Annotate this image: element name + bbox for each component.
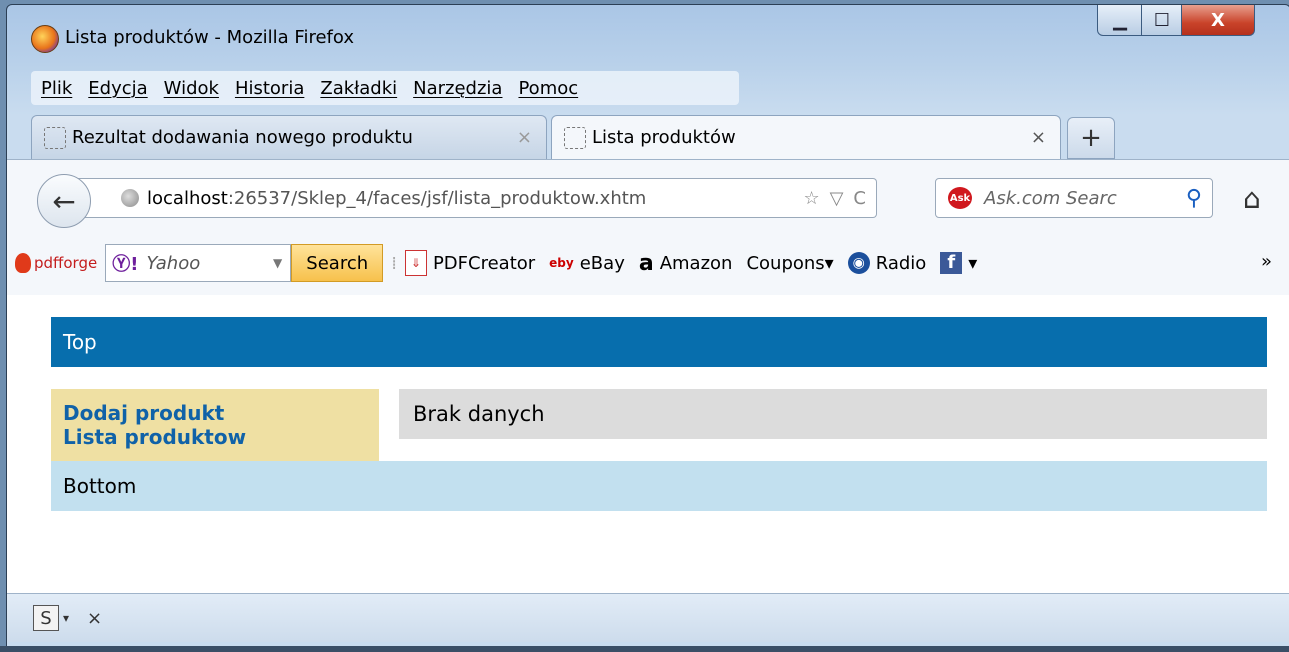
facebook-icon: f	[940, 252, 963, 274]
coupons-link[interactable]: Coupons▾	[746, 253, 833, 274]
page-main-content: Brak danych	[399, 389, 1267, 439]
chevron-down-icon[interactable]: ▾	[63, 611, 69, 625]
amazon-icon: a	[638, 250, 654, 276]
tab-close-icon[interactable]: ×	[517, 127, 532, 148]
page-favicon-icon	[44, 126, 66, 149]
firefox-icon[interactable]	[31, 25, 59, 53]
tab-rezultat[interactable]: Rezultat dodawania nowego produktu ×	[31, 115, 547, 159]
menu-narzedzia[interactable]: Narzędzia	[413, 78, 502, 99]
addon-s-icon[interactable]: S	[33, 605, 59, 631]
menu-widok[interactable]: Widok	[164, 78, 219, 99]
minimize-button[interactable]: ▁	[1097, 5, 1143, 36]
tab-label: Rezultat dodawania nowego produktu	[72, 127, 413, 148]
ebay-icon: eby	[549, 256, 574, 270]
pdf-icon: ⇓	[404, 250, 427, 276]
new-tab-button[interactable]: +	[1067, 117, 1115, 159]
radio-icon: ◉	[847, 252, 870, 274]
tab-label: Lista produktów	[592, 127, 736, 148]
globe-icon[interactable]	[121, 189, 139, 207]
bookmarks-toolbar: pdfforge Ⓨ! Yahoo ▼ Search ⁞ ⇓ PDFCreato…	[7, 231, 1289, 296]
yahoo-search-placeholder: Yahoo	[146, 252, 201, 274]
ask-logo-icon[interactable]: Ask	[948, 187, 972, 209]
radio-link[interactable]: ◉ Radio	[847, 252, 926, 274]
product-list-link[interactable]: Lista produktow	[63, 425, 379, 449]
chevron-down-icon: ▾	[968, 252, 978, 274]
ebay-link[interactable]: eby eBay	[549, 253, 625, 274]
bookmark-star-icon[interactable]: ☆	[803, 188, 819, 209]
page-content: Top Dodaj produkt Lista produktow Brak d…	[7, 295, 1289, 593]
menu-bar: Plik Edycja Widok Historia Zakładki Narz…	[31, 71, 739, 105]
page-bottom-footer: Bottom	[51, 461, 1267, 511]
url-bar[interactable]: localhost :26537/Sklep_4/faces/jsf/lista…	[77, 178, 877, 218]
pdfforge-flame-icon	[15, 253, 31, 273]
amazon-link[interactable]: a Amazon	[639, 251, 733, 276]
tab-close-icon[interactable]: ×	[1031, 127, 1046, 148]
back-button[interactable]: ←	[37, 174, 91, 228]
page-left-nav: Dodaj produkt Lista produktow	[51, 389, 379, 461]
navigation-bar: localhost :26537/Sklep_4/faces/jsf/lista…	[7, 159, 1289, 232]
chevron-down-icon[interactable]: ▼	[273, 256, 282, 270]
page-top-header: Top	[51, 317, 1267, 367]
pdfcreator-link[interactable]: ⇓ PDFCreator	[404, 250, 535, 276]
tab-bar: Rezultat dodawania nowego produktu × Lis…	[7, 109, 1289, 159]
tab-lista-produktow[interactable]: Lista produktów ×	[551, 115, 1061, 159]
taskbar-strip	[0, 646, 1289, 652]
yahoo-search-button[interactable]: Search	[291, 244, 384, 282]
url-host: localhost	[147, 187, 228, 209]
close-icon[interactable]: ×	[87, 608, 102, 629]
url-path: :26537/Sklep_4/faces/jsf/lista_produktow…	[227, 187, 647, 209]
menu-pomoc[interactable]: Pomoc	[518, 78, 578, 99]
yahoo-logo-icon: Ⓨ!	[112, 254, 139, 275]
reload-icon[interactable]: C	[853, 188, 866, 209]
menu-zakladki[interactable]: Zakładki	[320, 78, 397, 99]
title-bar: Lista produktów - Mozilla Firefox ▁ ☐ X	[7, 5, 1289, 63]
window-title: Lista produktów - Mozilla Firefox	[65, 27, 354, 48]
menu-plik[interactable]: Plik	[41, 78, 72, 99]
menu-historia[interactable]: Historia	[235, 78, 304, 99]
close-window-button[interactable]: X	[1181, 5, 1255, 36]
facebook-link[interactable]: f ▾	[940, 252, 977, 274]
search-icon[interactable]: ⚲	[1186, 186, 1202, 211]
url-dropdown-icon[interactable]: ▽	[830, 188, 844, 209]
home-icon[interactable]: ⌂	[1243, 182, 1261, 215]
status-bar: S ▾ ×	[7, 593, 1289, 642]
maximize-button[interactable]: ☐	[1141, 5, 1183, 36]
pdfforge-logo[interactable]: pdfforge	[15, 253, 97, 273]
toolbar-overflow-icon[interactable]: »	[1261, 251, 1272, 272]
yahoo-search-input[interactable]: Ⓨ! Yahoo ▼	[105, 244, 292, 282]
browser-window: Lista produktów - Mozilla Firefox ▁ ☐ X …	[6, 4, 1289, 650]
search-placeholder: Ask.com Searc	[984, 187, 1117, 209]
page-favicon-icon	[564, 126, 586, 149]
add-product-link[interactable]: Dodaj produkt	[63, 401, 379, 425]
toolbar-separator: ⁞	[391, 252, 397, 274]
menu-edycja[interactable]: Edycja	[88, 78, 147, 99]
search-bar[interactable]: Ask Ask.com Searc ⚲	[935, 178, 1213, 218]
